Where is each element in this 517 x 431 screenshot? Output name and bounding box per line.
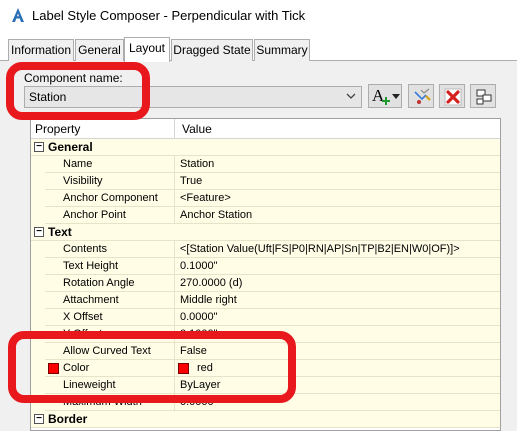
title-bar: Label Style Composer - Perpendicular wit…	[0, 0, 517, 32]
property-row[interactable]: Anchor Point Anchor Station	[31, 207, 500, 224]
column-divider	[174, 156, 175, 173]
collapse-minus-icon[interactable]: −	[34, 414, 44, 424]
window-title: Label Style Composer - Perpendicular wit…	[32, 8, 306, 23]
add-plus-icon	[382, 97, 390, 105]
color-properties-highlight	[8, 331, 296, 403]
category-row-general[interactable]: − General	[31, 139, 500, 156]
property-name: Text Height	[63, 260, 119, 272]
delete-component-button[interactable]	[439, 84, 465, 108]
collapse-minus-icon[interactable]: −	[34, 227, 44, 237]
tab-summary[interactable]: Summary	[254, 39, 310, 61]
collapse-minus-icon[interactable]: −	[34, 142, 44, 152]
tab-dragged-state[interactable]: Dragged State	[171, 39, 253, 61]
delete-x-icon	[444, 88, 462, 106]
property-name: Visibility	[63, 175, 103, 187]
property-row[interactable]: Text Height 0.1000"	[31, 258, 500, 275]
category-row-border[interactable]: − Border	[31, 411, 500, 428]
tab-general[interactable]: General	[75, 39, 124, 61]
draw-order-icon	[476, 89, 492, 105]
autocad-civil-app-icon	[12, 8, 24, 22]
property-value[interactable]: 0.1000"	[180, 260, 218, 272]
property-column-header: Property	[35, 122, 81, 136]
chevron-down-icon	[346, 93, 356, 99]
row-gutter	[31, 241, 45, 258]
column-divider	[174, 190, 175, 207]
column-divider	[174, 241, 175, 258]
category-label: Border	[48, 412, 88, 426]
row-gutter	[31, 258, 45, 275]
create-text-component-button[interactable]: A	[368, 84, 402, 108]
property-name: Anchor Point	[63, 209, 126, 221]
property-row[interactable]: Rotation Angle 270.0000 (d)	[31, 275, 500, 292]
property-name: Rotation Angle	[63, 277, 135, 289]
property-value[interactable]: Station	[180, 158, 214, 170]
row-gutter	[31, 190, 45, 207]
row-gutter	[31, 309, 45, 326]
row-gutter	[31, 292, 45, 309]
category-row-text[interactable]: − Text	[31, 224, 500, 241]
component-draw-order-button[interactable]	[470, 84, 496, 108]
property-name: X Offset	[63, 311, 103, 323]
property-row[interactable]: X Offset 0.0000"	[31, 309, 500, 326]
column-divider[interactable]	[174, 119, 175, 139]
component-name-highlight	[6, 62, 150, 120]
property-name: Contents	[63, 243, 108, 255]
grid-header: Property Value	[31, 119, 500, 139]
property-name: Name	[63, 158, 93, 170]
property-row[interactable]: Name Station	[31, 156, 500, 173]
property-row[interactable]: Anchor Component <Feature>	[31, 190, 500, 207]
column-divider	[174, 207, 175, 224]
row-gutter	[31, 275, 45, 292]
property-row[interactable]: Contents <[Station Value(Uft|FS|P0|RN|AP|…	[31, 241, 500, 258]
row-gutter	[31, 156, 45, 173]
tab-strip: Information General Layout Dragged State…	[0, 37, 517, 62]
property-value[interactable]: True	[180, 175, 202, 187]
dropdown-arrow-icon	[392, 94, 400, 99]
row-gutter	[31, 207, 45, 224]
category-label: Text	[48, 225, 72, 239]
property-row[interactable]: Attachment Middle right	[31, 292, 500, 309]
category-label: General	[48, 140, 93, 154]
column-divider	[174, 258, 175, 275]
property-value[interactable]: 0.0000"	[180, 311, 218, 323]
row-gutter	[31, 173, 45, 190]
property-row[interactable]: Visibility True	[31, 173, 500, 190]
copy-component-icon	[414, 88, 431, 104]
property-value[interactable]: Middle right	[180, 294, 237, 306]
property-value[interactable]: <Feature>	[180, 192, 231, 204]
property-name: Attachment	[63, 294, 119, 306]
column-divider	[174, 292, 175, 309]
tab-information[interactable]: Information	[8, 39, 74, 61]
column-divider	[174, 309, 175, 326]
property-value[interactable]: 270.0000 (d)	[180, 277, 242, 289]
property-value[interactable]: Anchor Station	[180, 209, 252, 221]
property-value[interactable]: <[Station Value(Uft|FS|P0|RN|AP|Sn|TP|B2…	[180, 243, 460, 255]
value-column-header: Value	[182, 122, 212, 136]
column-divider	[174, 275, 175, 292]
column-divider	[174, 173, 175, 190]
copy-component-button[interactable]	[408, 84, 434, 108]
tab-layout[interactable]: Layout	[124, 37, 170, 62]
property-name: Anchor Component	[63, 192, 158, 204]
